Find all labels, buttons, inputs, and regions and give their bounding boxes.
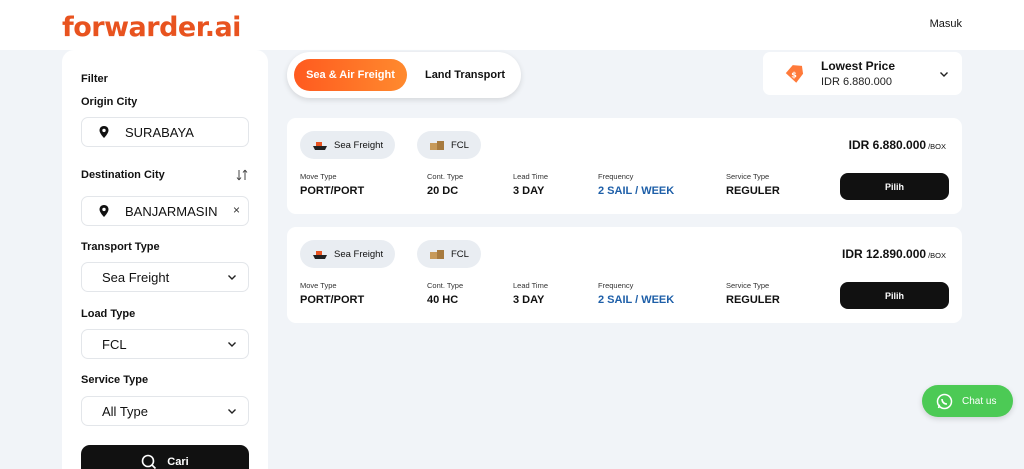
lead-time-label: Lead Time [513, 172, 549, 181]
price-unit: /BOX [928, 142, 946, 151]
filter-heading: Filter [81, 73, 108, 85]
container-box-icon [430, 250, 444, 259]
result-card: Sea Freight FCL IDR 12.890.000/BOX Move … [287, 227, 962, 323]
service-type-label: Service Type [81, 374, 149, 386]
service-type-select[interactable]: All Type [81, 396, 249, 426]
frequency-value: 2 SAIL / WEEK [598, 294, 675, 306]
service-type-label: Service Type [726, 172, 770, 181]
ship-icon [313, 142, 327, 150]
price: IDR 6.880.000/BOX [849, 138, 946, 152]
mode-toggle: Sea & Air Freight Land Transport [287, 52, 521, 98]
frequency-value: 2 SAIL / WEEK [598, 185, 675, 197]
select-button[interactable]: Pilih [840, 173, 949, 200]
frequency-label: Frequency [598, 172, 634, 181]
price: IDR 12.890.000/BOX [842, 247, 946, 261]
load-type-label: Load Type [81, 308, 136, 320]
destination-city-input[interactable]: BANJARMASIN [81, 196, 249, 226]
map-pin-icon [99, 126, 109, 138]
top-header: forwarder.ai Masuk [0, 0, 1024, 50]
transport-badge-label: Sea Freight [334, 139, 384, 151]
login-link[interactable]: Masuk [930, 18, 962, 30]
frequency: Frequency 2 SAIL / WEEK [598, 172, 674, 197]
transport-badge: Sea Freight [300, 131, 396, 159]
price-tag-icon: $ [785, 65, 804, 83]
chat-us-label: Chat us [962, 395, 997, 407]
chevron-down-icon [228, 409, 236, 414]
map-pin-icon [99, 205, 109, 217]
frequency-label: Frequency [598, 281, 634, 290]
cont-type-label: Cont. Type [427, 281, 464, 290]
service-type-value: REGULER [726, 185, 780, 197]
destination-city-label: Destination City [81, 169, 165, 181]
load-badge-label: FCL [451, 248, 469, 260]
lead-time: Lead Time 3 DAY [513, 172, 548, 197]
frequency: Frequency 2 SAIL / WEEK [598, 281, 674, 306]
origin-city-input[interactable]: SURABAYA [81, 117, 249, 147]
tab-sea-air-freight[interactable]: Sea & Air Freight [294, 59, 407, 91]
transport-type-label: Transport Type [81, 241, 160, 253]
chat-us-button[interactable]: Chat us [922, 385, 1013, 417]
price-unit: /BOX [928, 251, 946, 260]
tab-land-transport[interactable]: Land Transport [415, 59, 515, 91]
origin-city-label: Origin City [81, 96, 138, 108]
service-type-label: Service Type [726, 281, 770, 290]
move-type-label: Move Type [300, 281, 337, 290]
lead-time-label: Lead Time [513, 281, 549, 290]
result-card: Sea Freight FCL IDR 6.880.000/BOX Move T… [287, 118, 962, 214]
lead-time-value: 3 DAY [513, 294, 545, 306]
cont-type: Cont. Type 40 HC [427, 281, 463, 306]
transport-type-value: Sea Freight [102, 269, 170, 285]
filter-sidebar: Filter Origin City SURABAYA Destination … [62, 50, 268, 469]
svg-text:$: $ [791, 71, 797, 80]
move-type-value: PORT/PORT [300, 294, 365, 306]
price-value: IDR 12.890.000 [842, 247, 927, 261]
brand-logo[interactable]: forwarder.ai [62, 12, 241, 43]
lead-time-value: 3 DAY [513, 185, 545, 197]
sort-title: Lowest Price [821, 59, 896, 73]
search-button[interactable]: Cari [81, 445, 249, 469]
sort-value: IDR 6.880.000 [821, 76, 892, 88]
cont-type-value: 20 DC [427, 185, 459, 197]
chevron-down-icon [228, 342, 236, 347]
cont-type-value: 40 HC [427, 294, 459, 306]
move-type: Move Type PORT/PORT [300, 172, 364, 197]
move-type-value: PORT/PORT [300, 185, 365, 197]
search-icon [141, 454, 157, 469]
ship-icon [313, 251, 327, 259]
transport-badge: Sea Freight [300, 240, 396, 268]
destination-city-value: BANJARMASIN [125, 203, 218, 219]
sort-dropdown[interactable]: $ Lowest Price IDR 6.880.000 [763, 52, 962, 95]
service-type-value: All Type [102, 403, 149, 419]
service-type: Service Type REGULER [726, 281, 780, 306]
container-box-icon [430, 141, 444, 150]
whatsapp-icon [936, 393, 953, 409]
load-badge: FCL [417, 131, 481, 159]
search-button-label: Cari [167, 456, 189, 468]
service-type-value: REGULER [726, 294, 780, 306]
move-type: Move Type PORT/PORT [300, 281, 364, 306]
transport-type-select[interactable]: Sea Freight [81, 262, 249, 292]
chevron-down-icon [228, 275, 236, 280]
price-value: IDR 6.880.000 [848, 138, 927, 152]
origin-city-value: SURABAYA [125, 124, 194, 140]
cont-type: Cont. Type 20 DC [427, 172, 463, 197]
load-type-value: FCL [102, 336, 127, 352]
select-button[interactable]: Pilih [840, 282, 949, 309]
transport-badge-label: Sea Freight [334, 248, 384, 260]
service-type: Service Type REGULER [726, 172, 780, 197]
load-badge-label: FCL [451, 139, 469, 151]
move-type-label: Move Type [300, 172, 337, 181]
chevron-down-icon [940, 72, 948, 77]
load-type-select[interactable]: FCL [81, 329, 249, 359]
lead-time: Lead Time 3 DAY [513, 281, 548, 306]
clear-destination-button[interactable]: × [233, 203, 240, 217]
load-badge: FCL [417, 240, 481, 268]
swap-icon[interactable] [235, 168, 249, 182]
cont-type-label: Cont. Type [427, 172, 464, 181]
